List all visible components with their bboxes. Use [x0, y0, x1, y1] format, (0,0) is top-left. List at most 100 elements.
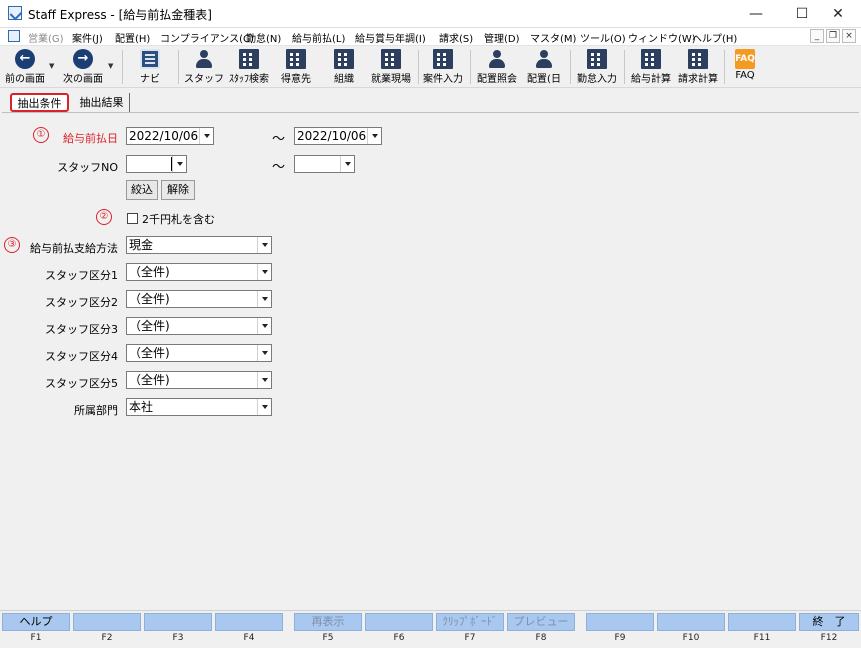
menu-case[interactable]: 案件(J)	[72, 30, 103, 45]
staff-class-5-select[interactable]: （全件)	[126, 371, 272, 389]
chevron-down-icon[interactable]	[257, 291, 271, 307]
f12-exit-button[interactable]: 終 了	[799, 613, 859, 631]
placement-inquiry-button[interactable]: 配置照会	[474, 46, 520, 88]
chevron-down-icon[interactable]	[367, 128, 381, 144]
menu-attendance[interactable]: 勤怠(N)	[246, 30, 281, 45]
chevron-down-icon[interactable]	[340, 156, 354, 172]
staff-class-2-label: スタッフ区分2	[45, 296, 118, 309]
tab-extraction-results[interactable]: 抽出結果	[74, 93, 130, 112]
staff-class-1-value: （全件)	[129, 265, 170, 279]
chevron-down-icon[interactable]	[257, 237, 271, 253]
payroll-calc-button[interactable]: 給与計算	[628, 46, 674, 88]
menu-payroll[interactable]: 給与賞与年調(I)	[355, 30, 426, 45]
case-entry-button[interactable]: 案件入力	[420, 46, 466, 88]
menu-advance-pay[interactable]: 給与前払(L)	[292, 30, 345, 45]
marker-3: ③	[4, 237, 20, 253]
staff-no-from-combo[interactable]	[126, 155, 187, 173]
worksite-button[interactable]: 就業現場	[368, 46, 414, 88]
staff-class-1-label: スタッフ区分1	[45, 269, 118, 282]
department-select[interactable]: 本社	[126, 398, 272, 416]
mdi-minimize-button[interactable]: _	[810, 29, 824, 43]
close-button[interactable]: ✕	[815, 0, 861, 28]
next-screen-button[interactable]: → 次の画面	[60, 46, 106, 88]
staff-no-to-combo[interactable]	[294, 155, 355, 173]
f10-key-label: F10	[682, 633, 700, 643]
next-dropdown-icon[interactable]: ▼	[108, 62, 113, 70]
range-separator: ～	[272, 132, 286, 147]
placement-daily-button[interactable]: 配置(日	[522, 46, 566, 88]
menu-billing[interactable]: 請求(S)	[439, 30, 473, 45]
prev-dropdown-icon[interactable]: ▼	[49, 62, 54, 70]
f8-preview-button[interactable]: プレビュー	[507, 613, 575, 631]
staff-class-1-select[interactable]: （全件)	[126, 263, 272, 281]
placement-daily-icon	[534, 49, 554, 69]
narrow-button[interactable]: 絞込	[126, 180, 158, 200]
staff-button[interactable]: スタッフ	[182, 46, 226, 88]
f11-key-label: F11	[753, 633, 771, 643]
f7-clipboard-button[interactable]: ｸﾘｯﾌﾟﾎﾞｰﾄﾞ	[436, 613, 504, 631]
f2-button[interactable]	[73, 613, 141, 631]
client-button[interactable]: 得意先	[274, 46, 318, 88]
chevron-down-icon[interactable]	[257, 318, 271, 334]
billing-calc-button[interactable]: 請求計算	[675, 46, 721, 88]
organization-button[interactable]: 組織	[322, 46, 366, 88]
f3-button[interactable]	[144, 613, 212, 631]
f5-refresh-button[interactable]: 再表示	[294, 613, 362, 631]
staff-class-2-value: （全件)	[129, 292, 170, 306]
toolbar-separator	[418, 50, 419, 84]
f11-button[interactable]	[728, 613, 796, 631]
menu-bar: 営業(G) 案件(J) 配置(H) コンプライアンス(C) 勤怠(N) 給与前払…	[0, 28, 861, 46]
arrow-left-icon: ←	[15, 49, 35, 69]
chevron-down-icon[interactable]	[199, 128, 213, 144]
staff-class-3-select[interactable]: （全件)	[126, 317, 272, 335]
clear-button[interactable]: 解除	[161, 180, 195, 200]
chevron-down-icon[interactable]	[257, 399, 271, 415]
chevron-down-icon[interactable]	[257, 345, 271, 361]
pay-date-to-combo[interactable]: 2022/10/06	[294, 127, 382, 145]
menu-window[interactable]: ウィンドウ(W)	[628, 30, 696, 45]
f10-button[interactable]	[657, 613, 725, 631]
menu-admin[interactable]: 管理(D)	[484, 30, 520, 45]
menu-tools[interactable]: ツール(O)	[580, 30, 626, 45]
menu-sales[interactable]: 営業(G)	[28, 30, 64, 45]
tab-extraction-conditions[interactable]: 抽出条件	[10, 93, 69, 112]
chevron-down-icon[interactable]	[172, 156, 186, 172]
payment-method-select[interactable]: 現金	[126, 236, 272, 254]
organization-icon	[334, 49, 354, 69]
staff-class-2-select[interactable]: （全件)	[126, 290, 272, 308]
staff-class-5-label: スタッフ区分5	[45, 377, 118, 390]
prev-screen-button[interactable]: ← 前の画面	[2, 46, 48, 88]
menu-master[interactable]: マスタ(M)	[530, 30, 576, 45]
include-2000-yen-checkbox[interactable]	[127, 213, 138, 224]
chevron-down-icon[interactable]	[257, 372, 271, 388]
minimize-button[interactable]: —	[733, 0, 779, 28]
f2-key-label: F2	[101, 633, 113, 643]
menu-compliance[interactable]: コンプライアンス(C)	[160, 30, 254, 45]
staff-class-3-value: （全件)	[129, 319, 170, 333]
include-2000-yen-label[interactable]: 2千円札を含む	[142, 211, 215, 227]
app-icon	[8, 6, 22, 20]
staff-icon	[194, 49, 214, 69]
pay-date-label: 給与前払日	[63, 132, 118, 145]
f6-button[interactable]	[365, 613, 433, 631]
f9-button[interactable]	[586, 613, 654, 631]
f4-button[interactable]	[215, 613, 283, 631]
attendance-entry-button[interactable]: 勤怠入力	[574, 46, 620, 88]
pay-date-to-value: 2022/10/06	[297, 129, 367, 143]
f1-help-button[interactable]: ヘルプ	[2, 613, 70, 631]
navi-icon	[140, 49, 160, 69]
pay-date-from-combo[interactable]: 2022/10/06	[126, 127, 214, 145]
staff-class-4-select[interactable]: （全件)	[126, 344, 272, 362]
marker-2: ②	[96, 209, 112, 225]
faq-button[interactable]: FAQ FAQ	[728, 46, 762, 88]
marker-1: ①	[33, 127, 49, 143]
arrow-right-icon: →	[73, 49, 93, 69]
mdi-close-button[interactable]: ×	[842, 29, 856, 43]
toolbar-separator	[122, 50, 123, 84]
menu-help[interactable]: ヘルプ(H)	[692, 30, 737, 45]
staff-search-button[interactable]: ｽﾀｯﾌ検索	[226, 46, 272, 88]
navi-button[interactable]: ナビ	[128, 46, 172, 88]
chevron-down-icon[interactable]	[257, 264, 271, 280]
menu-placement[interactable]: 配置(H)	[115, 30, 150, 45]
mdi-restore-button[interactable]: ❐	[826, 29, 840, 43]
